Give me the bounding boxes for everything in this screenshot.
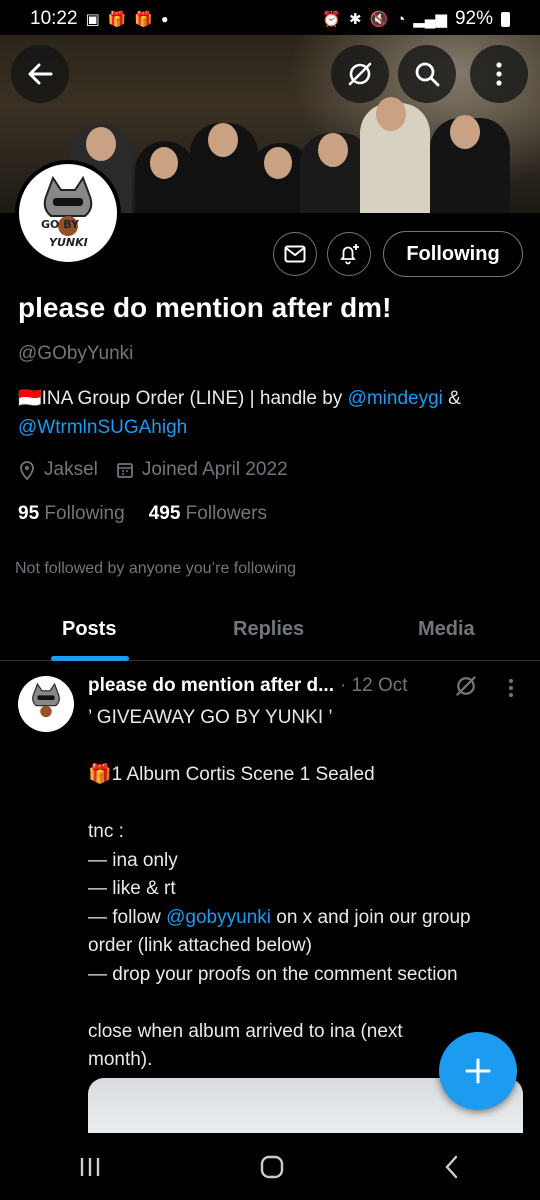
follow-line-suffix: on x and join our group <box>270 906 471 928</box>
location-pin-icon <box>20 461 34 480</box>
following-label: Following <box>44 503 125 524</box>
home-icon[interactable] <box>259 1154 285 1180</box>
battery-percent: 92% <box>454 8 493 29</box>
signal-icon: ▂▄▆ <box>413 11 447 28</box>
more-options-button[interactable] <box>470 45 528 103</box>
gift-notification-icon: 🎁 <box>107 11 127 28</box>
envelope-icon <box>284 245 306 263</box>
post-author-avatar[interactable] <box>18 676 74 732</box>
follow-counts: 95 Following 495 Followers <box>18 503 267 525</box>
battery-icon <box>501 11 510 27</box>
grok-post-icon[interactable] <box>454 674 478 698</box>
status-time: 10:22 <box>30 8 78 29</box>
profile-location: Jaksel <box>44 459 98 480</box>
bio-ampersand: & <box>442 388 461 409</box>
gallery-notification-icon: ▣ <box>85 11 100 28</box>
post-line: order (link attached below) <box>88 935 312 956</box>
post-line: — like & rt <box>88 878 176 899</box>
bio-text: 🇮🇩INA Group Order (LINE) | handle by <box>18 388 348 409</box>
profile-tabs: Posts Replies Media <box>0 600 540 661</box>
alarm-icon: ⏰ <box>322 11 341 28</box>
following-count-link[interactable]: 95 Following <box>18 503 125 525</box>
followers-count: 495 <box>148 503 181 524</box>
grok-icon <box>348 62 372 86</box>
follow-line-prefix: — follow <box>88 906 167 928</box>
back-nav-icon[interactable] <box>442 1154 462 1180</box>
post-line <box>88 989 528 1018</box>
following-button[interactable]: Following <box>383 231 523 277</box>
active-tab-indicator <box>51 656 129 661</box>
post-author-name[interactable]: please do mention after d... <box>88 675 334 697</box>
post-mention-link[interactable]: @gobyyunki <box>166 907 271 928</box>
bio-mention-link-2[interactable]: @WtrmlnSUGAhigh <box>18 417 187 438</box>
profile-meta: Jaksel Joined April 2022 <box>18 459 288 481</box>
bluetooth-icon: ✱ <box>348 11 362 28</box>
post-line: 🎁1 Album Cortis Scene 1 Sealed <box>88 764 375 785</box>
post-line <box>88 790 528 819</box>
avatar-text-top: GO BY <box>41 218 80 231</box>
recent-apps-icon[interactable] <box>78 1156 102 1178</box>
post-header: please do mention after d... · 12 Oct <box>88 675 408 697</box>
bio-mention-link[interactable]: @mindeygi <box>348 388 443 409</box>
post-line: — ina only <box>88 849 178 871</box>
post-line: tnc : <box>88 821 124 842</box>
message-button[interactable] <box>273 232 317 276</box>
avatar-cat-logo: GO BY YUNKI <box>41 175 93 249</box>
profile-handle: @GObyYunki <box>18 343 134 364</box>
mute-icon: 🔇 <box>369 11 389 28</box>
more-notifications-dot-icon: ● <box>161 12 169 26</box>
post-more-icon[interactable] <box>507 678 515 698</box>
avatar-text-bottom: YUNKI <box>49 236 88 249</box>
post-line <box>88 733 528 762</box>
profile-avatar[interactable]: GO BY YUNKI <box>15 160 121 266</box>
notifications-button[interactable] <box>327 232 371 276</box>
profile-name: please do mention after dm! <box>18 292 392 323</box>
post-line-follow: — follow @gobyyunki on x and join our gr… <box>88 904 528 933</box>
not-followed-notice: Not followed by anyone you’re following <box>15 560 297 577</box>
tab-replies[interactable]: Replies <box>233 618 304 641</box>
grok-button[interactable] <box>331 45 389 103</box>
plus-icon <box>465 1058 491 1084</box>
search-icon <box>415 62 440 87</box>
followers-count-link[interactable]: 495 Followers <box>149 503 267 525</box>
status-bar: 10:22 ▣ 🎁 🎁 ● ⏰ ✱ 🔇 ◔ ▂▄▆ 92% <box>0 0 540 38</box>
avatar-cat-logo-small <box>32 682 60 718</box>
profile-joined: Joined April 2022 <box>141 459 288 480</box>
profile-bio: 🇮🇩INA Group Order (LINE) | handle by @mi… <box>18 384 518 442</box>
gift-notification-icon-2: 🎁 <box>134 11 154 28</box>
compose-post-button[interactable] <box>439 1032 517 1110</box>
back-button[interactable] <box>11 45 69 103</box>
tab-media[interactable]: Media <box>418 618 475 641</box>
post-line: ’ GIVEAWAY GO BY YUNKI ’ <box>88 707 333 728</box>
search-button[interactable] <box>398 45 456 103</box>
following-count: 95 <box>18 503 40 524</box>
post-text: ’ GIVEAWAY GO BY YUNKI ’ 🎁1 Album Cortis… <box>88 704 528 1075</box>
bell-plus-icon <box>340 244 359 265</box>
tab-posts[interactable]: Posts <box>62 618 116 641</box>
followers-label: Followers <box>185 503 267 524</box>
post-date[interactable]: · 12 Oct <box>340 675 408 697</box>
arrow-left-icon <box>28 63 53 85</box>
post-line: — drop your proofs on the comment sectio… <box>88 963 458 985</box>
system-navigation-bar <box>0 1133 540 1200</box>
vertical-dots-icon <box>496 62 502 86</box>
calendar-icon <box>116 463 133 478</box>
wifi-icon: ◔ <box>396 10 406 28</box>
